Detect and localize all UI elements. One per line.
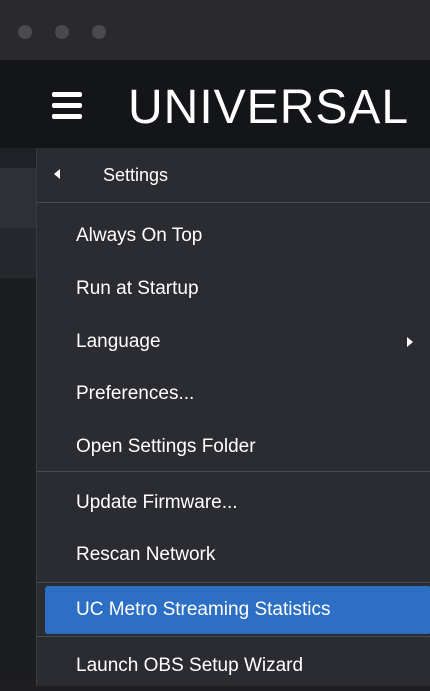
- app-header: UNIVERSAL: [0, 60, 430, 148]
- hamburger-icon[interactable]: [52, 92, 82, 120]
- menu-divider: [37, 471, 430, 472]
- menu-item-label: Rescan Network: [76, 544, 216, 565]
- menu-item-open-settings-folder[interactable]: Open Settings Folder: [37, 422, 430, 472]
- menu-item-language[interactable]: Language: [37, 317, 430, 367]
- app-title: UNIVERSAL: [128, 81, 410, 134]
- background-panel: [0, 168, 36, 228]
- menu-item-preferences[interactable]: Preferences...: [37, 369, 430, 419]
- menu-item-label: Update Firmware...: [76, 492, 238, 513]
- background-panel: [0, 148, 36, 168]
- menu-item-label: Run at Startup: [76, 278, 199, 299]
- menu-item-run-at-startup[interactable]: Run at Startup: [37, 264, 430, 314]
- menu-divider: [37, 636, 430, 637]
- menu-item-rescan-network[interactable]: Rescan Network: [37, 530, 430, 580]
- chevron-right-icon: [407, 337, 413, 347]
- menu-divider: [37, 582, 430, 583]
- menu-item-label: UC Metro Streaming Statistics: [76, 599, 331, 620]
- menu-item-update-firmware[interactable]: Update Firmware...: [37, 478, 430, 528]
- background-panel: [0, 228, 36, 278]
- background-panel: [0, 278, 36, 678]
- window-minimize-button[interactable]: [55, 25, 69, 39]
- settings-menu-header[interactable]: Settings: [37, 148, 430, 202]
- menu-item-label: Language: [76, 331, 161, 352]
- menu-item-label: Always On Top: [76, 225, 203, 246]
- menu-item-uc-metro-streaming-statistics[interactable]: UC Metro Streaming Statistics: [45, 586, 430, 634]
- window-close-button[interactable]: [18, 25, 32, 39]
- settings-menu: Settings Always On Top Run at Startup La…: [36, 148, 430, 686]
- menu-item-label: Launch OBS Setup Wizard: [76, 655, 304, 676]
- window-titlebar: [0, 0, 430, 60]
- window-zoom-button[interactable]: [92, 25, 106, 39]
- menu-item-label: Open Settings Folder: [76, 436, 256, 457]
- menu-divider: [37, 202, 430, 203]
- chevron-left-icon[interactable]: [54, 169, 60, 179]
- menu-header-label: Settings: [103, 165, 169, 185]
- menu-item-always-on-top[interactable]: Always On Top: [37, 211, 430, 261]
- menu-item-label: Preferences...: [76, 383, 195, 404]
- menu-item-launch-obs-setup-wizard[interactable]: Launch OBS Setup Wizard: [37, 641, 430, 691]
